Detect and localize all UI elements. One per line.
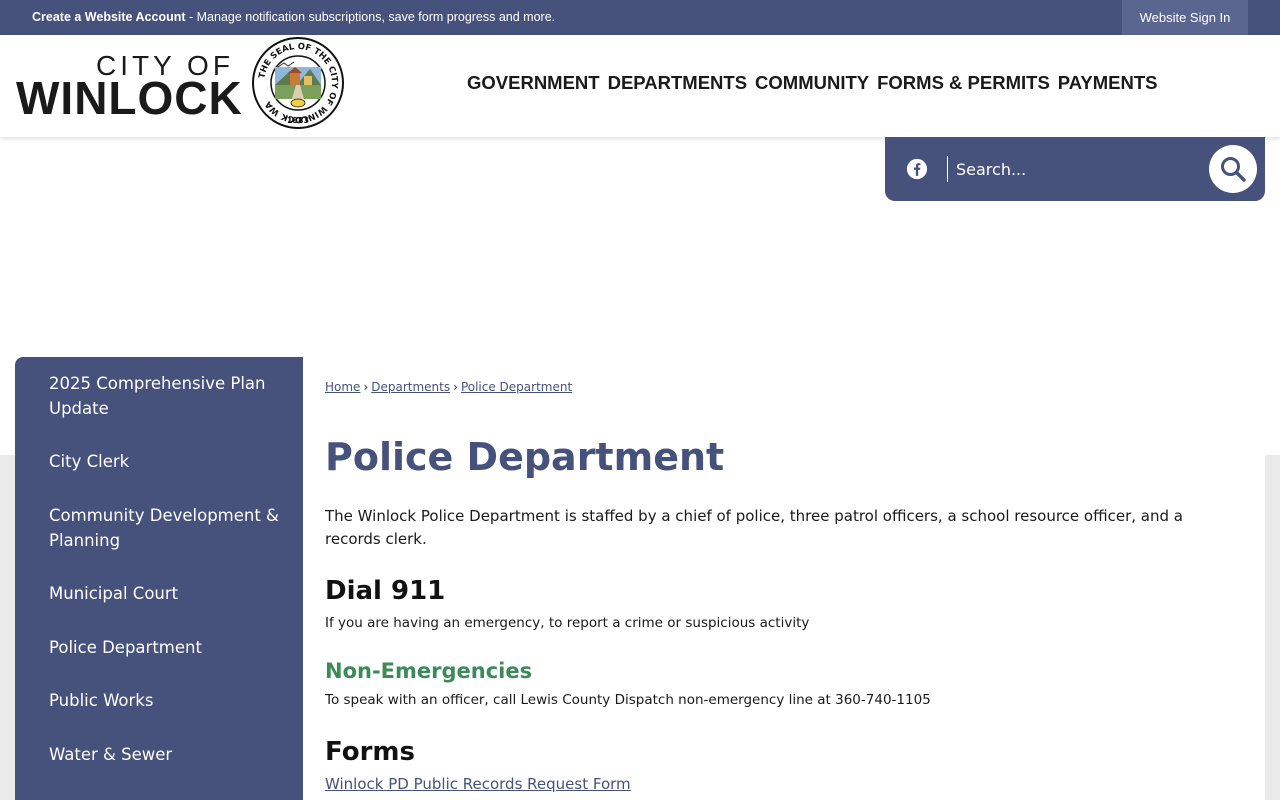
- site-header: CITY OF WINLOCK THE SEAL OF THE CITY OF …: [0, 35, 1280, 137]
- breadcrumb-separator: ›: [453, 380, 458, 394]
- breadcrumb-police-department[interactable]: Police Department: [461, 380, 572, 394]
- search-bar: [885, 137, 1265, 201]
- search-button[interactable]: [1209, 145, 1257, 193]
- sidebar-item-comprehensive-plan[interactable]: 2025 Comprehensive Plan Update: [49, 371, 279, 421]
- create-account-link[interactable]: Create a Website Account: [32, 10, 186, 24]
- sidebar-item-water-sewer[interactable]: Water & Sewer: [49, 742, 279, 767]
- sidebar-item-public-works[interactable]: Public Works: [49, 688, 279, 713]
- seal-year: 1883: [287, 116, 309, 125]
- nav-departments[interactable]: DEPARTMENTS: [608, 72, 747, 94]
- non-emergencies-heading: Non-Emergencies: [325, 659, 533, 683]
- logo-winlock[interactable]: WINLOCK: [16, 75, 243, 121]
- public-records-request-link[interactable]: Winlock PD Public Records Request Form: [325, 775, 631, 793]
- breadcrumb: Home › Departments › Police Department: [325, 380, 572, 394]
- nav-government[interactable]: GOVERNMENT: [467, 72, 600, 94]
- account-message: Create a Website Account - Manage notifi…: [32, 10, 555, 24]
- search-divider: [947, 156, 948, 182]
- nav-payments[interactable]: PAYMENTS: [1058, 72, 1158, 94]
- non-emergencies-text: To speak with an officer, call Lewis Cou…: [325, 692, 931, 708]
- page-title: Police Department: [325, 435, 725, 479]
- facebook-icon[interactable]: [906, 158, 928, 180]
- main-content: Home › Departments › Police Department Polic…: [303, 357, 1265, 800]
- dial-911-heading: Dial 911: [325, 576, 446, 606]
- intro-paragraph: The Winlock Police Department is staffed…: [325, 507, 1183, 548]
- account-message-text: - Manage notification subscriptions, sav…: [185, 10, 556, 24]
- breadcrumb-departments[interactable]: Departments: [371, 380, 450, 394]
- search-input[interactable]: [951, 154, 1201, 184]
- search-icon: [1221, 157, 1246, 182]
- website-sign-in-button[interactable]: Website Sign In: [1122, 0, 1248, 35]
- top-notification-bar: Create a Website Account - Manage notifi…: [0, 0, 1280, 35]
- forms-heading: Forms: [325, 737, 415, 767]
- department-sidebar: 2025 Comprehensive Plan Update City Cler…: [15, 357, 303, 800]
- main-navigation: GOVERNMENT DEPARTMENTS COMMUNITY FORMS &…: [467, 72, 1158, 94]
- sidebar-item-community-development[interactable]: Community Development & Planning: [49, 503, 279, 553]
- nav-forms-permits[interactable]: FORMS & PERMITS: [877, 72, 1050, 94]
- breadcrumb-separator: ›: [363, 380, 369, 394]
- nav-community[interactable]: COMMUNITY: [755, 72, 869, 94]
- city-seal-icon[interactable]: THE SEAL OF THE CITY OF WINLOCK WA 1883: [252, 37, 344, 129]
- dial-911-text: If you are having an emergency, to repor…: [325, 615, 810, 631]
- sidebar-item-city-clerk[interactable]: City Clerk: [49, 449, 279, 474]
- breadcrumb-home[interactable]: Home: [325, 380, 360, 394]
- sidebar-item-police-department[interactable]: Police Department: [49, 635, 279, 660]
- sidebar-item-municipal-court[interactable]: Municipal Court: [49, 581, 279, 606]
